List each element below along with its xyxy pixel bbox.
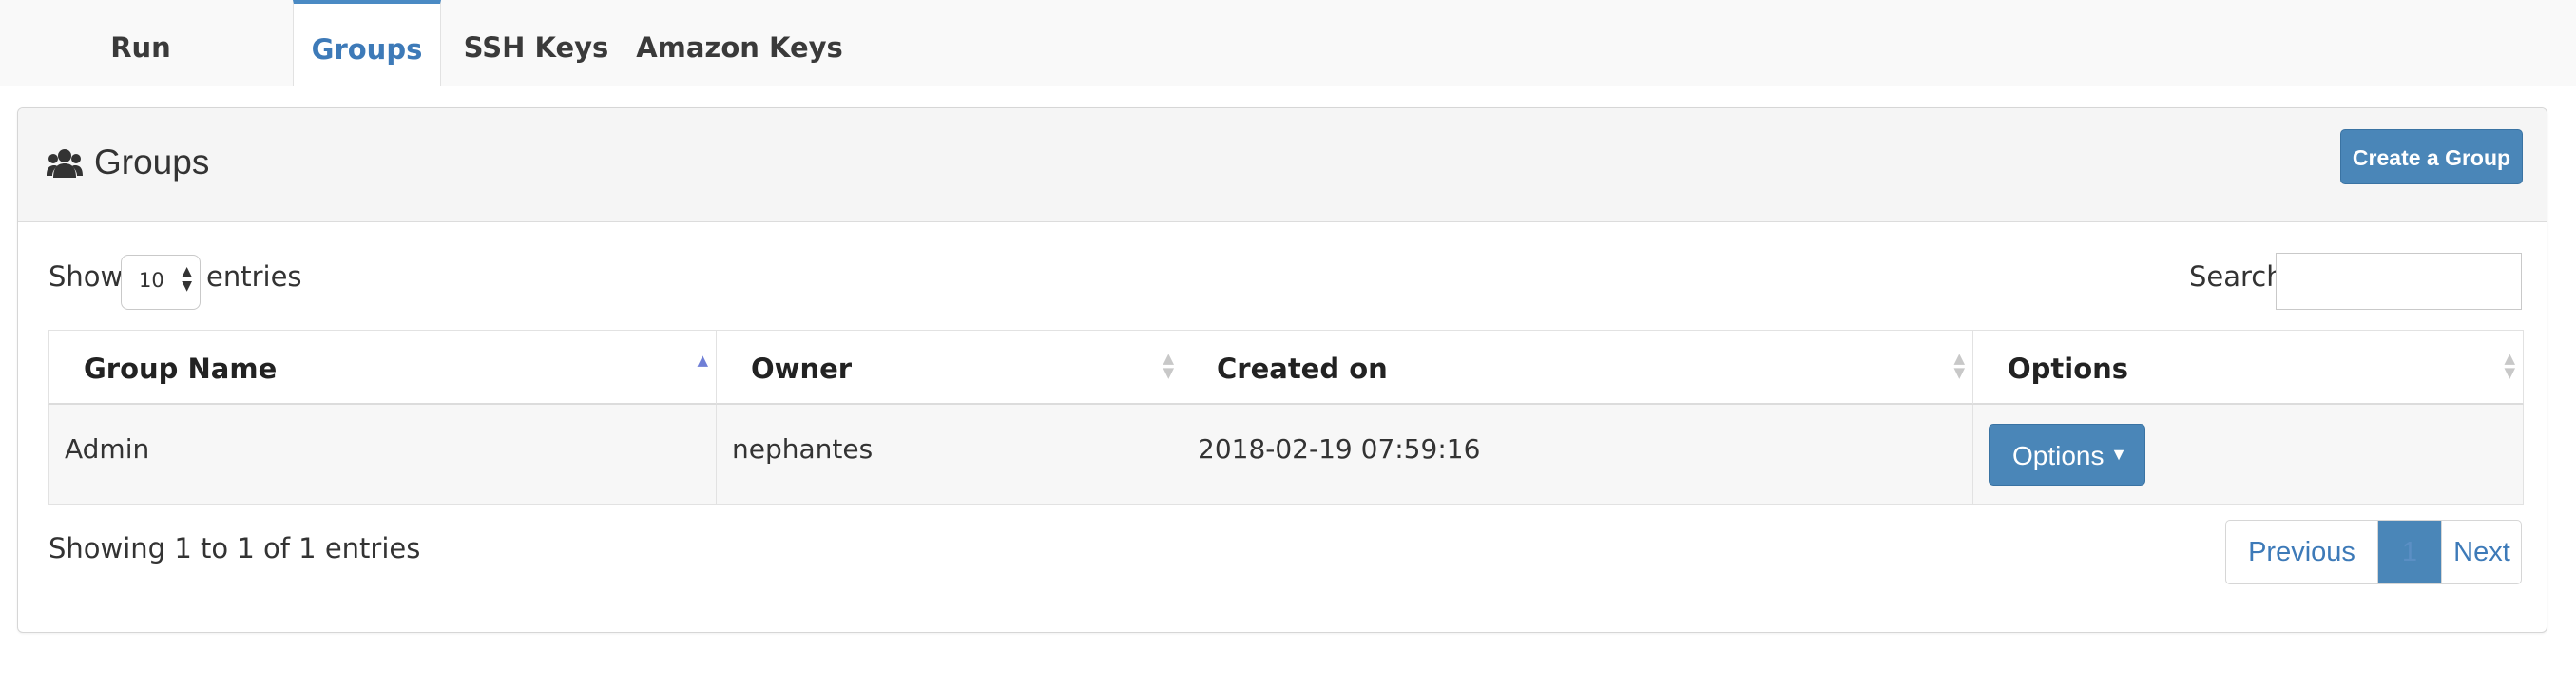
search-input[interactable] [2276,253,2522,310]
entries-length-select[interactable]: 10 ▲ ▼ [121,255,201,310]
tab-ssh-keys[interactable]: SSH Keys [454,0,618,86]
table-row: Admin nephantes 2018-02-19 07:59:16 Opti… [48,405,2524,505]
table-header: Group Name ▲ Owner ▲ ▼ Created on ▲ ▼ Opti… [48,330,2524,405]
options-dropdown-button[interactable]: Options ▼ [1989,424,2145,486]
next-page-button[interactable]: Next [2441,521,2521,583]
show-label: Show [48,260,124,293]
tab-run-environments[interactable]: Run Environments [0,0,281,159]
tab-amazon-keys[interactable]: Amazon Keys [631,0,848,86]
cell-options: Options ▼ [1973,405,2523,504]
users-icon [47,149,83,178]
column-header-owner[interactable]: Owner ▲ ▼ [717,331,1182,404]
cell-created-on: 2018-02-19 07:59:16 [1182,405,1973,504]
sort-icon: ▲ ▼ [1163,350,1174,381]
caret-down-icon: ▼ [2110,445,2127,464]
pagination: Previous 1 Next [2225,520,2522,584]
tab-bar: Run Environments Groups SSH Keys Amazon … [0,0,2576,159]
column-header-options[interactable]: Options ▲ ▼ [1973,331,2523,404]
table-info: Showing 1 to 1 of 1 entries [48,532,421,564]
entries-length-value: 10 [139,269,164,292]
panel-heading: Groups Create a Group [18,108,2547,222]
tab-groups[interactable]: Groups [293,0,441,86]
cell-group-name: Admin [49,405,717,504]
previous-page-button[interactable]: Previous [2226,521,2378,583]
entries-label: entries [206,260,302,293]
current-page-button[interactable]: 1 [2378,521,2441,583]
column-header-group-name[interactable]: Group Name ▲ [49,331,717,404]
sort-icon: ▲ ▼ [2504,350,2515,381]
cell-owner: nephantes [717,405,1182,504]
column-header-created-on[interactable]: Created on ▲ ▼ [1182,331,1973,404]
select-arrows-icon: ▲ ▼ [182,264,192,294]
sort-icon: ▲ ▼ [1953,350,1965,381]
groups-panel: Groups Create a Group Show 10 ▲ ▼ entries… [17,107,2547,633]
sort-ascending-icon: ▲ [697,352,708,369]
create-group-button[interactable]: Create a Group [2340,129,2523,184]
panel-title: Groups [94,143,210,182]
